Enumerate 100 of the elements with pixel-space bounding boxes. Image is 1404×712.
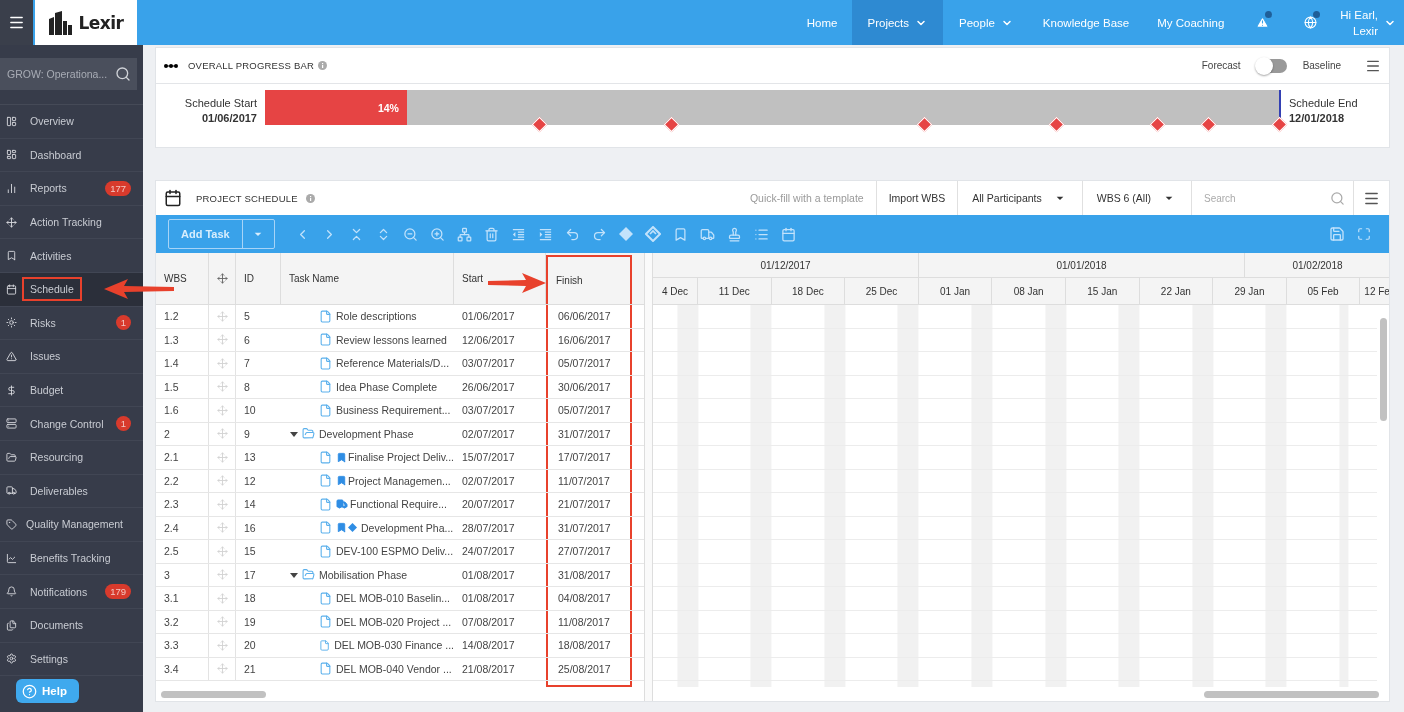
sun-icon: [6, 317, 17, 329]
drag-handle-icon[interactable]: [217, 404, 228, 416]
sidebar-item[interactable]: Dashboard: [0, 138, 143, 173]
week-header: 08 Jan: [992, 278, 1066, 304]
task-name: DEL MOB-010 Baselin...: [336, 592, 450, 605]
month-header: 01/01/2018: [919, 253, 1245, 277]
forecast-label: Forecast: [1201, 60, 1241, 71]
start-cell-text: 14/08/2017: [461, 638, 516, 654]
start-cell-text: 26/06/2017: [461, 379, 516, 395]
drag-handle-icon[interactable]: [217, 451, 228, 463]
column-header[interactable]: ID: [244, 273, 254, 284]
wbs-cell: 2.2: [156, 469, 209, 492]
id-cell-text: 18: [243, 591, 257, 607]
fullscreen-icon[interactable]: [1356, 227, 1371, 241]
drag-handle-icon[interactable]: [217, 616, 228, 628]
save-icon[interactable]: [1328, 226, 1345, 242]
sidebar-item[interactable]: Notifications 179: [0, 575, 143, 609]
caret-icon[interactable]: [290, 570, 298, 579]
sidebar-item[interactable]: Activities: [0, 239, 143, 273]
id-cell-text: 6: [243, 332, 251, 348]
drag-handle-icon[interactable]: [217, 498, 228, 510]
indent-icon[interactable]: [537, 226, 553, 242]
sidebar-item[interactable]: Action Tracking: [0, 205, 143, 240]
count-badge: 179: [105, 584, 131, 600]
diamond-icon[interactable]: [618, 226, 635, 242]
column-header[interactable]: Task Name: [289, 273, 339, 284]
sidebar-item[interactable]: Settings: [0, 642, 143, 677]
sidebar-item[interactable]: Issues: [0, 340, 143, 374]
drag-handle-icon[interactable]: [217, 545, 228, 557]
sidebar-item[interactable]: Quality Management: [0, 508, 143, 542]
drag-handle-icon[interactable]: [217, 357, 228, 369]
server-icon: [6, 418, 17, 430]
caret-icon[interactable]: [290, 429, 298, 438]
truck-icon[interactable]: [699, 226, 715, 242]
wbs-cell: 1.5: [156, 375, 209, 398]
wbs-cell: 2.1: [156, 446, 209, 469]
zoom-out-icon[interactable]: [402, 226, 418, 242]
id-cell-text: 12: [243, 473, 257, 489]
sidebar-label: Notifications: [29, 584, 89, 600]
drag-handle-icon[interactable]: [217, 663, 228, 675]
warning-icon[interactable]: [1255, 16, 1269, 29]
week-header: 15 Jan: [1065, 278, 1140, 304]
sidebar-label: Budget: [29, 383, 65, 399]
sidebar-item[interactable]: Deliverables: [0, 474, 143, 509]
wbs-cell: 1.3: [156, 328, 209, 351]
sidebar-item[interactable]: Budget: [0, 373, 143, 408]
drag-handle-icon[interactable]: [217, 475, 228, 487]
week-header: 29 Jan: [1213, 278, 1287, 304]
diamond-arrow-icon[interactable]: [645, 226, 662, 242]
drag-handle-icon[interactable]: [217, 522, 228, 534]
sidebar-label: Documents: [29, 618, 85, 634]
drag-handle-icon[interactable]: [217, 592, 228, 604]
column-header[interactable]: WBS: [164, 273, 187, 284]
finish-cell: 06/06/2017: [546, 305, 632, 328]
week-header: 05 Feb: [1286, 278, 1361, 304]
sidebar-item[interactable]: Reports 177: [0, 172, 143, 206]
files-icon: [6, 619, 17, 631]
sidebar-label: Schedule: [22, 277, 82, 302]
search-icon[interactable]: [1330, 190, 1345, 206]
redo-icon[interactable]: [591, 226, 607, 242]
project-search-field[interactable]: GROW: Operationa...: [0, 58, 137, 90]
hierarchy-icon[interactable]: [456, 226, 472, 242]
sidebar-item[interactable]: Overview: [0, 105, 143, 139]
menu-button[interactable]: [0, 0, 33, 45]
search-icon[interactable]: [115, 66, 131, 82]
drag-handle-icon[interactable]: [217, 569, 228, 581]
wbs-cell: 1.6: [156, 399, 209, 422]
column-header[interactable]: Finish: [556, 275, 583, 286]
column-header[interactable]: Start: [462, 273, 484, 284]
drag-handle-icon[interactable]: [217, 639, 228, 651]
sidebar-item[interactable]: Change Control 1: [0, 407, 143, 441]
zoom-in-icon[interactable]: [429, 226, 445, 242]
scrollbar-thumb[interactable]: [1204, 690, 1379, 698]
sidebar-item[interactable]: Resourcing: [0, 440, 143, 475]
globe-icon[interactable]: [1303, 16, 1317, 29]
sidebar-label: Benefits Tracking: [29, 551, 112, 566]
bookmark-icon[interactable]: [672, 226, 688, 242]
undo-icon[interactable]: [564, 226, 580, 242]
calendar-icon[interactable]: [780, 226, 796, 242]
scrollbar-thumb[interactable]: [1379, 318, 1387, 421]
baseline-toggle[interactable]: [1256, 58, 1287, 73]
sidebar-item[interactable]: Benefits Tracking: [0, 541, 143, 576]
outdent-icon[interactable]: [510, 226, 526, 242]
card-title: PROJECT SCHEDULE: [196, 192, 298, 204]
scrollbar-thumb[interactable]: [161, 690, 266, 698]
sidebar-item[interactable]: Risks 1: [0, 306, 143, 341]
drag-handle-icon[interactable]: [217, 334, 228, 346]
list-icon[interactable]: [753, 226, 769, 242]
file-icon: [319, 615, 332, 629]
task-name: Review lessons learned: [336, 333, 447, 346]
drag-handle-icon[interactable]: [217, 381, 228, 393]
nav-link[interactable]: Projects: [851, 0, 944, 45]
drag-handle-icon[interactable]: [217, 310, 228, 322]
trash-icon[interactable]: [483, 226, 499, 242]
drag-handle-icon[interactable]: [217, 428, 228, 440]
stamp-icon[interactable]: [726, 226, 742, 242]
finish-cell: 21/07/2017: [546, 493, 632, 516]
splitter-bar[interactable]: [644, 253, 653, 701]
start-label: Schedule Start: [184, 96, 257, 111]
sidebar-item[interactable]: Documents: [0, 608, 143, 643]
